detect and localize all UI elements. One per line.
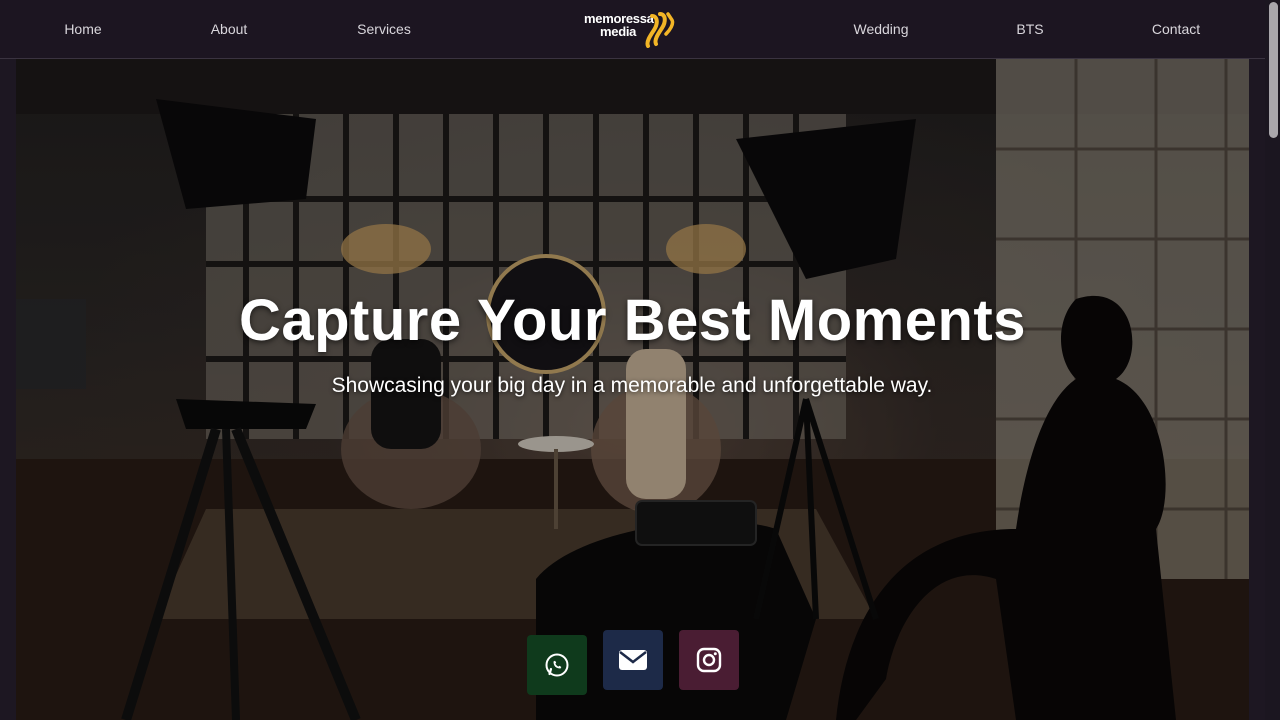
scrollbar-thumb[interactable] [1269,2,1278,138]
brand-logo[interactable]: memoressa media [584,12,684,48]
top-navbar: Home About Services memoressa media Wedd… [0,0,1265,59]
nav-link-about[interactable]: About [211,0,248,58]
whatsapp-button[interactable] [527,635,587,695]
hero-subtitle: Showcasing your big day in a memorable a… [331,374,933,397]
nav-link-home[interactable]: Home [64,0,101,58]
instagram-icon [696,647,722,673]
envelope-icon [619,650,647,670]
nav-link-services[interactable]: Services [357,0,411,58]
whatsapp-icon [545,653,569,677]
email-button[interactable] [603,630,663,690]
left-gutter [0,59,16,720]
nav-link-bts[interactable]: BTS [1016,0,1043,58]
instagram-button[interactable] [679,630,739,690]
logo-mark-icon [645,12,675,48]
nav-link-contact[interactable]: Contact [1152,0,1200,58]
nav-link-wedding[interactable]: Wedding [853,0,908,58]
hero-section: Capture Your Best Moments Showcasing you… [16,59,1249,720]
vertical-scrollbar[interactable] [1265,0,1280,720]
right-gutter [1249,59,1265,720]
page: Capture Your Best Moments Showcasing you… [0,0,1280,720]
hero-title: Capture Your Best Moments [238,288,1027,353]
